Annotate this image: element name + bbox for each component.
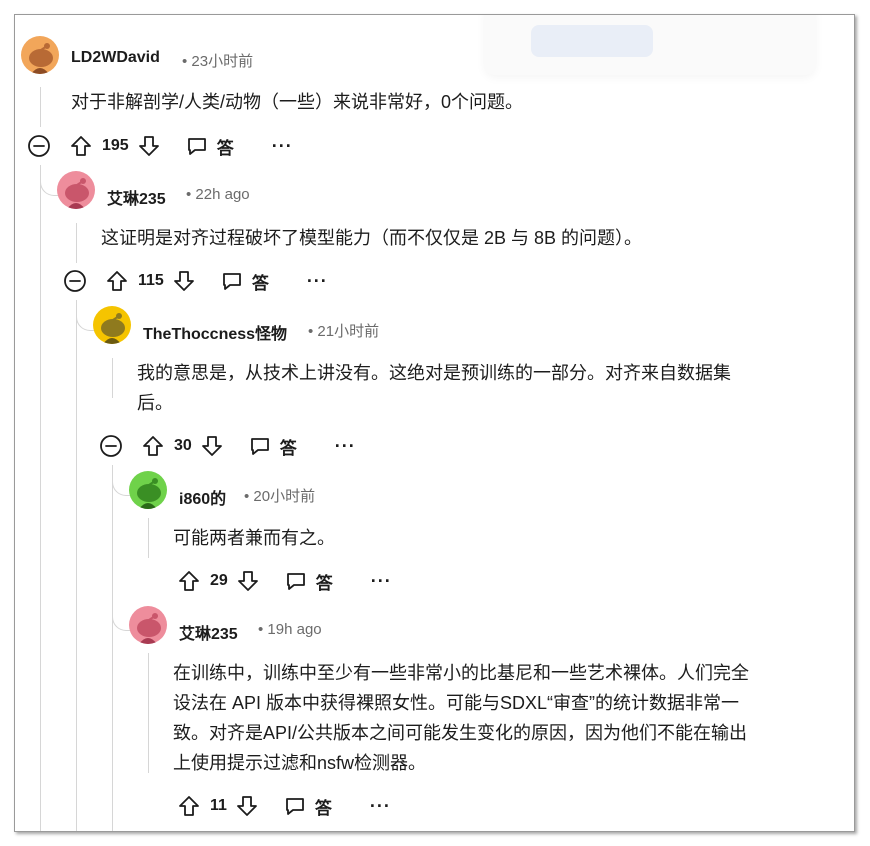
reply-button[interactable]: 答 bbox=[284, 794, 332, 819]
comment-body: 我的意思是，从技术上讲没有。这绝对是预训练的一部分。对齐来自数据集 后。 bbox=[137, 363, 731, 413]
reply-button[interactable]: 答 bbox=[221, 269, 269, 294]
downvote-icon[interactable] bbox=[201, 435, 223, 457]
timestamp: • 22h ago bbox=[186, 186, 250, 203]
downvote-icon[interactable] bbox=[173, 270, 195, 292]
snoo-avatar-icon bbox=[21, 36, 59, 74]
comment-body: 对于非解剖学/人类/动物（一些）来说非常好，0个问题。 bbox=[71, 92, 524, 112]
collapse-icon[interactable] bbox=[28, 135, 50, 157]
comment-actions: 30 答 ··· bbox=[100, 431, 356, 461]
collapse-icon[interactable] bbox=[100, 435, 122, 457]
comment-actions: 11 答 ··· bbox=[178, 791, 391, 821]
downvote-icon[interactable] bbox=[236, 795, 258, 817]
snoo-avatar-icon bbox=[129, 471, 167, 509]
timestamp: • 19h ago bbox=[258, 621, 322, 638]
vote-count: 115 bbox=[138, 272, 164, 289]
thread-line bbox=[112, 465, 113, 831]
background-dialog-panel bbox=[485, 15, 815, 75]
timestamp: • 20小时前 bbox=[244, 488, 316, 505]
thread-line bbox=[148, 653, 149, 773]
username[interactable]: 艾琳235 bbox=[107, 185, 166, 209]
avatar[interactable] bbox=[129, 471, 167, 509]
thread-line bbox=[40, 165, 41, 831]
comment-body: 在训练中，训练中至少有一些非常小的比基尼和一些艺术裸体。人们完全 设法在 API… bbox=[173, 663, 749, 773]
downvote-icon[interactable] bbox=[138, 135, 160, 157]
timestamp: • 21小时前 bbox=[308, 323, 380, 340]
more-options-button[interactable]: ··· bbox=[307, 271, 328, 292]
username[interactable]: LD2WDavid bbox=[71, 49, 160, 67]
avatar[interactable] bbox=[57, 171, 95, 209]
reply-button[interactable]: 答 bbox=[249, 434, 297, 459]
snoo-avatar-icon bbox=[129, 606, 167, 644]
upvote-icon[interactable] bbox=[178, 795, 200, 817]
comment-actions: 195 答 ··· bbox=[28, 131, 293, 161]
faded-button bbox=[531, 25, 653, 57]
comment-thread-frame: LD2WDavid • 23小时前 对于非解剖学/人类/动物（一些）来说非常好，… bbox=[14, 14, 855, 832]
thread-line bbox=[76, 223, 77, 263]
comment-icon bbox=[286, 573, 305, 590]
comment-actions: 115 答 ··· bbox=[64, 266, 328, 296]
vote-count: 11 bbox=[210, 797, 227, 814]
reply-button[interactable]: 答 bbox=[285, 569, 333, 594]
comment-icon bbox=[250, 438, 269, 455]
comment-body: 这证明是对齐过程破坏了模型能力（而不仅仅是 2B 与 8B 的问题）。 bbox=[101, 228, 643, 248]
downvote-icon[interactable] bbox=[237, 570, 259, 592]
avatar[interactable] bbox=[93, 306, 131, 344]
avatar[interactable] bbox=[129, 606, 167, 644]
more-options-button[interactable]: ··· bbox=[335, 436, 356, 457]
more-options-button[interactable]: ··· bbox=[272, 136, 293, 157]
avatar[interactable] bbox=[21, 36, 59, 74]
upvote-icon[interactable] bbox=[178, 570, 200, 592]
collapse-icon[interactable] bbox=[64, 270, 86, 292]
username[interactable]: TheThoccness怪物 bbox=[143, 320, 287, 344]
snoo-avatar-icon bbox=[93, 306, 131, 344]
comment-icon bbox=[286, 798, 304, 815]
snoo-avatar-icon bbox=[57, 171, 95, 209]
username[interactable]: i860的 bbox=[179, 485, 226, 509]
comment-actions: 29 答 ··· bbox=[178, 566, 392, 596]
comment-icon bbox=[187, 138, 206, 155]
thread-line bbox=[76, 300, 77, 831]
thread-line bbox=[40, 87, 41, 127]
comment-icon bbox=[222, 273, 241, 290]
more-options-button[interactable]: ··· bbox=[371, 571, 392, 592]
timestamp: • 23小时前 bbox=[182, 53, 254, 70]
vote-count: 29 bbox=[210, 572, 228, 589]
thread-line bbox=[148, 518, 149, 558]
vote-count: 30 bbox=[174, 437, 192, 454]
thread-line bbox=[112, 358, 113, 398]
username[interactable]: 艾琳235 bbox=[179, 620, 238, 644]
vote-count: 195 bbox=[102, 137, 129, 154]
more-options-button[interactable]: ··· bbox=[370, 796, 391, 817]
upvote-icon[interactable] bbox=[106, 270, 128, 292]
reply-button[interactable]: 答 bbox=[186, 134, 234, 159]
upvote-icon[interactable] bbox=[70, 135, 92, 157]
upvote-icon[interactable] bbox=[142, 435, 164, 457]
comment-body: 可能两者兼而有之。 bbox=[173, 528, 335, 548]
